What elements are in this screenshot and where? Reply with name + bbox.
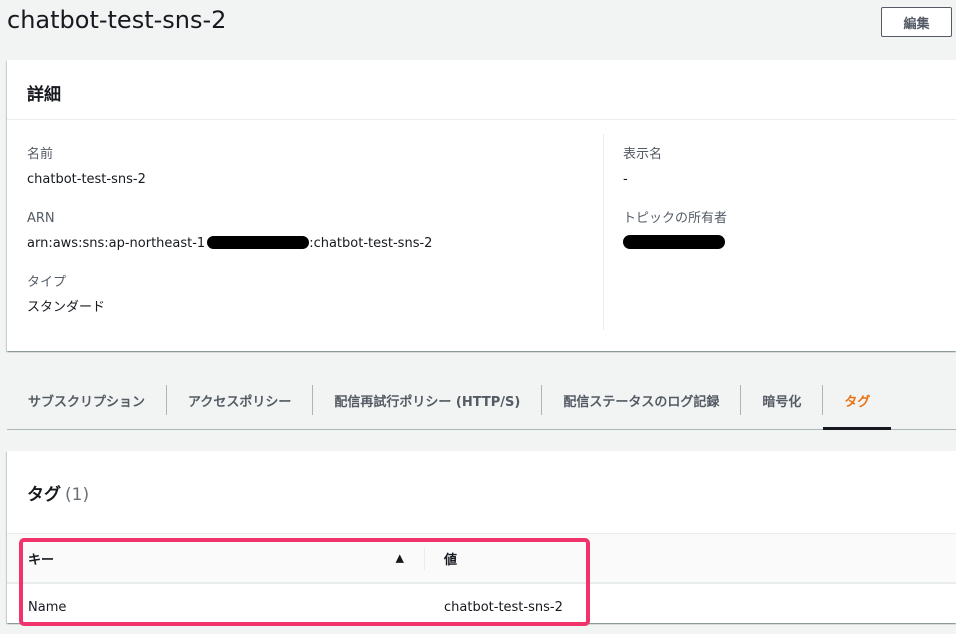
topic-owner-value — [623, 235, 943, 253]
arn-field: ARN arn:aws:sns:ap-northeast-1 :chatbot-t… — [27, 210, 597, 253]
tags-table: キー ▲ 値 Name chatbot-test-sns-2 — [7, 533, 956, 631]
topic-owner-label: トピックの所有者 — [623, 211, 728, 226]
details-body: 名前 chatbot-test-sns-2 ARN arn:aws:sns:ap… — [7, 120, 956, 351]
name-field: 名前 chatbot-test-sns-2 — [27, 146, 597, 189]
name-value: chatbot-test-sns-2 — [27, 172, 146, 187]
details-title: 詳細 — [7, 60, 956, 120]
tag-value-cell: chatbot-test-sns-2 — [444, 600, 563, 615]
display-name-value: - — [623, 172, 628, 187]
column-header-value: 値 — [425, 534, 457, 582]
topic-tabs: サブスクリプション アクセスポリシー 配信再試行ポリシー (HTTP/S) 配信… — [7, 371, 956, 430]
type-value: スタンダード — [27, 300, 106, 315]
arn-label: ARN — [27, 211, 55, 226]
details-panel: 詳細 名前 chatbot-test-sns-2 ARN arn:aws:sns… — [7, 60, 956, 351]
column-header-key-label: キー — [28, 552, 55, 568]
type-label: タイプ — [27, 275, 67, 290]
column-header-key[interactable]: キー ▲ — [7, 534, 425, 582]
column-header-value-label: 値 — [444, 552, 458, 568]
tab-encryption[interactable]: 暗号化 — [741, 371, 822, 429]
edit-button[interactable]: 編集 — [881, 7, 952, 37]
redacted-owner-id — [623, 235, 725, 249]
details-right-column: 表示名 - トピックの所有者 — [623, 146, 943, 274]
tab-access-policy[interactable]: アクセスポリシー — [167, 371, 312, 429]
redacted-account-id — [207, 236, 310, 249]
table-row: Name chatbot-test-sns-2 — [7, 583, 956, 631]
arn-suffix: :chatbot-test-sns-2 — [309, 236, 433, 251]
name-label: 名前 — [27, 147, 54, 162]
display-name-label: 表示名 — [623, 147, 663, 162]
tab-delivery-status-logging[interactable]: 配信ステータスのログ記録 — [542, 371, 740, 429]
page-title: chatbot-test-sns-2 — [7, 6, 227, 34]
tab-delivery-retry-policy[interactable]: 配信再試行ポリシー (HTTP/S) — [313, 371, 541, 429]
sort-ascending-icon[interactable]: ▲ — [396, 552, 404, 565]
display-name-field: 表示名 - — [623, 146, 943, 189]
details-left-column: 名前 chatbot-test-sns-2 ARN arn:aws:sns:ap… — [27, 146, 597, 338]
arn-prefix: arn:aws:sns:ap-northeast-1 — [27, 236, 206, 251]
tab-subscriptions[interactable]: サブスクリプション — [7, 371, 166, 429]
table-header-row: キー ▲ 値 — [7, 533, 956, 583]
arn-value: arn:aws:sns:ap-northeast-1 :chatbot-test-… — [27, 235, 597, 253]
type-field: タイプ スタンダード — [27, 274, 597, 317]
topic-owner-field: トピックの所有者 — [623, 210, 943, 253]
tags-count: (1) — [65, 485, 90, 505]
tags-panel: タグ (1) キー ▲ 値 Name chatbot-test-sns-2 — [7, 451, 956, 623]
column-divider — [603, 134, 604, 330]
tags-title: タグ (1) — [7, 451, 956, 533]
tag-key-cell: Name — [28, 600, 67, 615]
sns-topic-page: chatbot-test-sns-2 編集 詳細 名前 chatbot-test… — [0, 0, 956, 634]
tab-tags[interactable]: タグ — [823, 371, 892, 430]
tags-title-text: タグ — [27, 485, 61, 505]
